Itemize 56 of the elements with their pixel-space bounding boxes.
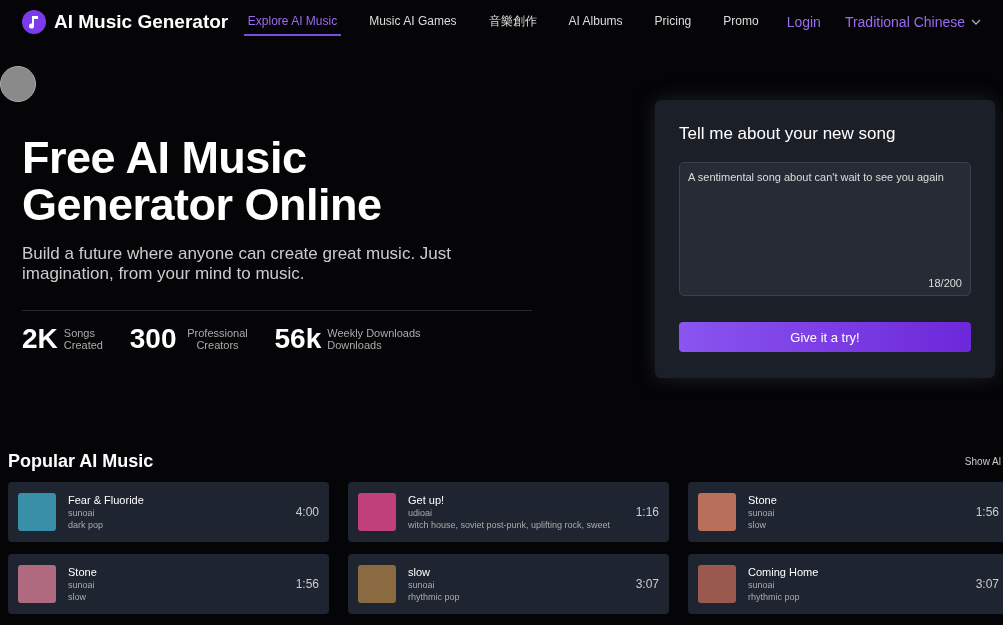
show-all-link[interactable]: Show Al [964, 456, 1003, 467]
song-description-field[interactable]: A sentimental song about can't wait to see you again 18/200 [679, 162, 971, 296]
song-card[interactable]: Coming Home sunoai rhythmic pop 3:07 [688, 554, 1003, 614]
song-card[interactable]: Get up! udioai witch house, soviet post-punk, uplifting rock, sweet 1:16 [348, 482, 669, 542]
song-title: Coming Home [748, 566, 820, 578]
song-genre: slow [748, 520, 767, 530]
song-card[interactable]: Stone sunoai slow 1:56 [8, 554, 329, 614]
music-note-logo-icon [22, 10, 46, 34]
song-artist: sunoai [68, 580, 96, 590]
song-card[interactable]: Fear & Fluoride sunoai dark pop 4:00 [8, 482, 329, 542]
stat-value: 56k [274, 323, 322, 355]
song-title: Stone [748, 494, 778, 506]
song-title: slow [408, 566, 431, 578]
card-title: Tell me about your new song [679, 124, 897, 144]
stat-label: Weekly Downloads Downloads [327, 327, 422, 351]
hero-title: Free AI Music Generator Online [22, 134, 383, 228]
try-button[interactable]: Give it a try! [679, 322, 971, 352]
song-duration: 4:00 [295, 505, 319, 519]
song-duration: 1:16 [635, 505, 659, 519]
song-genre: rhythmic pop [748, 592, 801, 602]
stat-label: Songs Created [63, 327, 104, 351]
song-artist: sunoai [408, 580, 436, 590]
cursor-circle [0, 66, 36, 102]
nav-link[interactable]: 音樂創作 [484, 6, 541, 38]
nav-link[interactable]: Explore AI Music [243, 8, 342, 36]
stat-label: Professional Creators [186, 327, 249, 351]
language-select[interactable]: Traditional Chinese [844, 14, 981, 30]
song-artist: udioai [408, 508, 434, 518]
song-genre: rhythmic pop [408, 592, 461, 602]
nav-link[interactable]: Music AI Games [365, 8, 461, 36]
song-duration: 1:56 [295, 577, 319, 591]
section-title: Popular AI Music [8, 451, 154, 472]
nav-link[interactable]: AI Albums [564, 8, 627, 36]
song-genre: dark pop [68, 520, 105, 530]
song-title: Stone [68, 566, 98, 578]
song-duration: 3:07 [635, 577, 659, 591]
hero-subtitle: Build a future where anyone can create great music. Just imagination, from your mind to music. [22, 244, 452, 284]
caret-icon [971, 19, 981, 25]
song-artist: sunoai [68, 508, 96, 518]
stat-value: 2K [22, 323, 58, 355]
nav-link[interactable]: Promo [719, 8, 763, 36]
song-card[interactable]: Stone sunoai slow 1:56 [688, 482, 1003, 542]
character-counter: 18/200 [928, 277, 962, 289]
song-genre: slow [68, 592, 87, 602]
song-card[interactable]: slow sunoai rhythmic pop 3:07 [348, 554, 669, 614]
song-duration: 1:56 [975, 505, 999, 519]
nav-link[interactable]: Pricing [650, 8, 696, 36]
brand-name: AI Music Generator [54, 11, 229, 33]
song-title: Get up! [408, 494, 446, 506]
song-duration: 3:07 [975, 577, 999, 591]
song-artist: sunoai [748, 508, 776, 518]
song-artist: sunoai [748, 580, 776, 590]
song-genre: witch house, soviet post-punk, uplifting rock, sweet [408, 520, 612, 530]
song-title: Fear & Fluoride [68, 494, 145, 506]
stat-value: 300 [129, 323, 177, 355]
login-link[interactable]: Login [786, 14, 821, 30]
